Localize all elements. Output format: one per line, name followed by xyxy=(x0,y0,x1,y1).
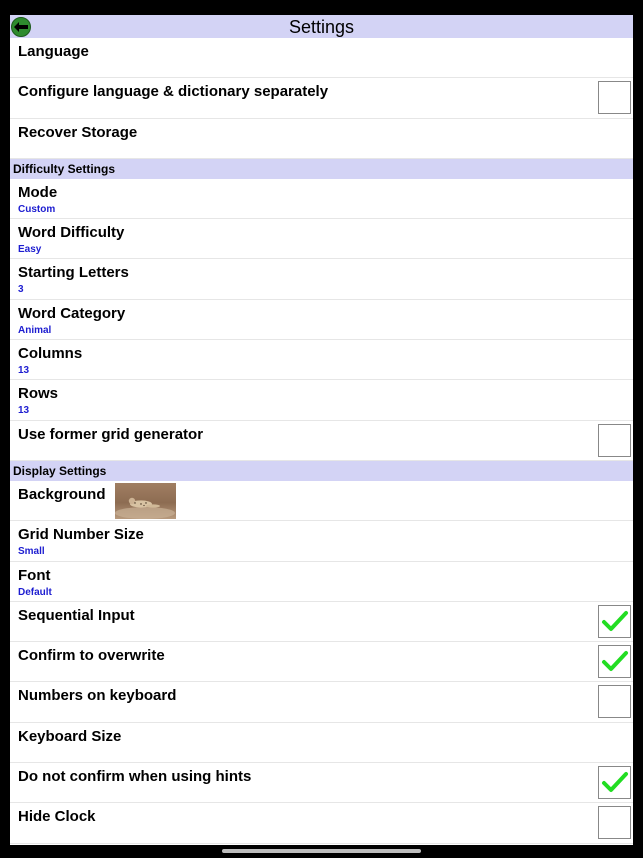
background-thumbnail[interactable] xyxy=(115,482,176,519)
settings-row-language[interactable]: Language xyxy=(10,38,633,79)
row-label: Word Category xyxy=(18,304,126,322)
row-label: Sequential Input xyxy=(18,606,135,624)
row-value: Custom xyxy=(18,203,56,215)
settings-row-starting-letters[interactable]: Starting Letters 3 xyxy=(10,259,633,300)
row-label: Hide Clock xyxy=(18,808,96,826)
row-label: Background xyxy=(18,485,106,503)
row-label: Columns xyxy=(18,345,83,363)
row-value: 13 xyxy=(18,365,30,377)
checkbox[interactable] xyxy=(598,645,631,679)
settings-screen: Settings Language Configure language & di… xyxy=(10,15,633,845)
settings-row-word-difficulty[interactable]: Word Difficulty Easy xyxy=(10,219,633,260)
row-value: 13 xyxy=(18,405,30,417)
row-value: Default xyxy=(18,586,52,598)
settings-row-word-category[interactable]: Word Category Animal xyxy=(10,300,633,341)
checkbox[interactable] xyxy=(598,423,631,457)
row-value: Animal xyxy=(18,324,52,336)
checkbox[interactable] xyxy=(598,81,631,115)
row-value: Easy xyxy=(18,244,42,256)
row-label: Keyboard Size xyxy=(18,727,122,745)
settings-row-keyboard-size[interactable]: Keyboard Size xyxy=(10,723,633,764)
checkbox[interactable] xyxy=(598,604,631,638)
section-header-difficulty-settings: Difficulty Settings xyxy=(10,158,633,179)
title-bar: Settings xyxy=(10,15,633,38)
row-label: Use former grid generator xyxy=(18,425,204,443)
row-label: Font xyxy=(18,566,51,584)
settings-row-configure-language-and-dictionary-separately[interactable]: Configure language & dictionary separate… xyxy=(10,78,633,119)
row-label: Confirm to overwrite xyxy=(18,647,165,665)
row-label: Recover Storage xyxy=(18,123,138,141)
settings-row-confirm-to-overwrite[interactable]: Confirm to overwrite xyxy=(10,642,633,683)
checkbox[interactable] xyxy=(598,685,631,719)
settings-row-columns[interactable]: Columns 13 xyxy=(10,340,633,381)
section-header-display-settings: Display Settings xyxy=(10,460,633,481)
checkbox[interactable] xyxy=(598,766,631,800)
row-label: Word Difficulty xyxy=(18,224,125,242)
checkbox[interactable] xyxy=(598,806,631,840)
row-label: Grid Number Size xyxy=(18,526,144,544)
page-title: Settings xyxy=(288,17,355,37)
row-label: Rows xyxy=(18,385,59,403)
checkmark-icon xyxy=(602,651,628,672)
settings-row-numbers-on-keyboard[interactable]: Numbers on keyboard xyxy=(10,682,633,723)
checkmark-icon xyxy=(602,772,628,793)
row-label: Do not confirm when using hints xyxy=(18,768,252,786)
back-arrow-icon xyxy=(14,22,28,32)
row-label: Configure language & dictionary separate… xyxy=(18,83,329,101)
settings-row-font[interactable]: Font Default xyxy=(10,562,633,602)
row-label: Language xyxy=(18,43,89,60)
home-indicator xyxy=(222,849,421,853)
row-label: Numbers on keyboard xyxy=(18,687,177,705)
checkmark-icon xyxy=(602,610,628,631)
row-value: Small xyxy=(18,546,45,558)
settings-row-recover-storage[interactable]: Recover Storage xyxy=(10,119,633,159)
settings-row-grid-number-size[interactable]: Grid Number Size Small xyxy=(10,521,633,562)
settings-row-hide-clock[interactable]: Hide Clock xyxy=(10,803,633,844)
back-button[interactable] xyxy=(11,17,31,37)
settings-row-do-not-confirm-when-using-hints[interactable]: Do not confirm when using hints xyxy=(10,763,633,804)
settings-row-background[interactable]: Background xyxy=(10,481,633,522)
settings-row-mode[interactable]: Mode Custom xyxy=(10,179,633,220)
settings-row-use-former-grid-generator[interactable]: Use former grid generator xyxy=(10,421,633,461)
settings-row-sequential-input[interactable]: Sequential Input xyxy=(10,602,633,643)
row-label: Mode xyxy=(18,183,58,201)
settings-list: Language Configure language & dictionary … xyxy=(10,38,633,844)
settings-row-rows[interactable]: Rows 13 xyxy=(10,380,633,421)
row-value: 3 xyxy=(18,284,24,296)
row-label: Starting Letters xyxy=(18,264,129,282)
